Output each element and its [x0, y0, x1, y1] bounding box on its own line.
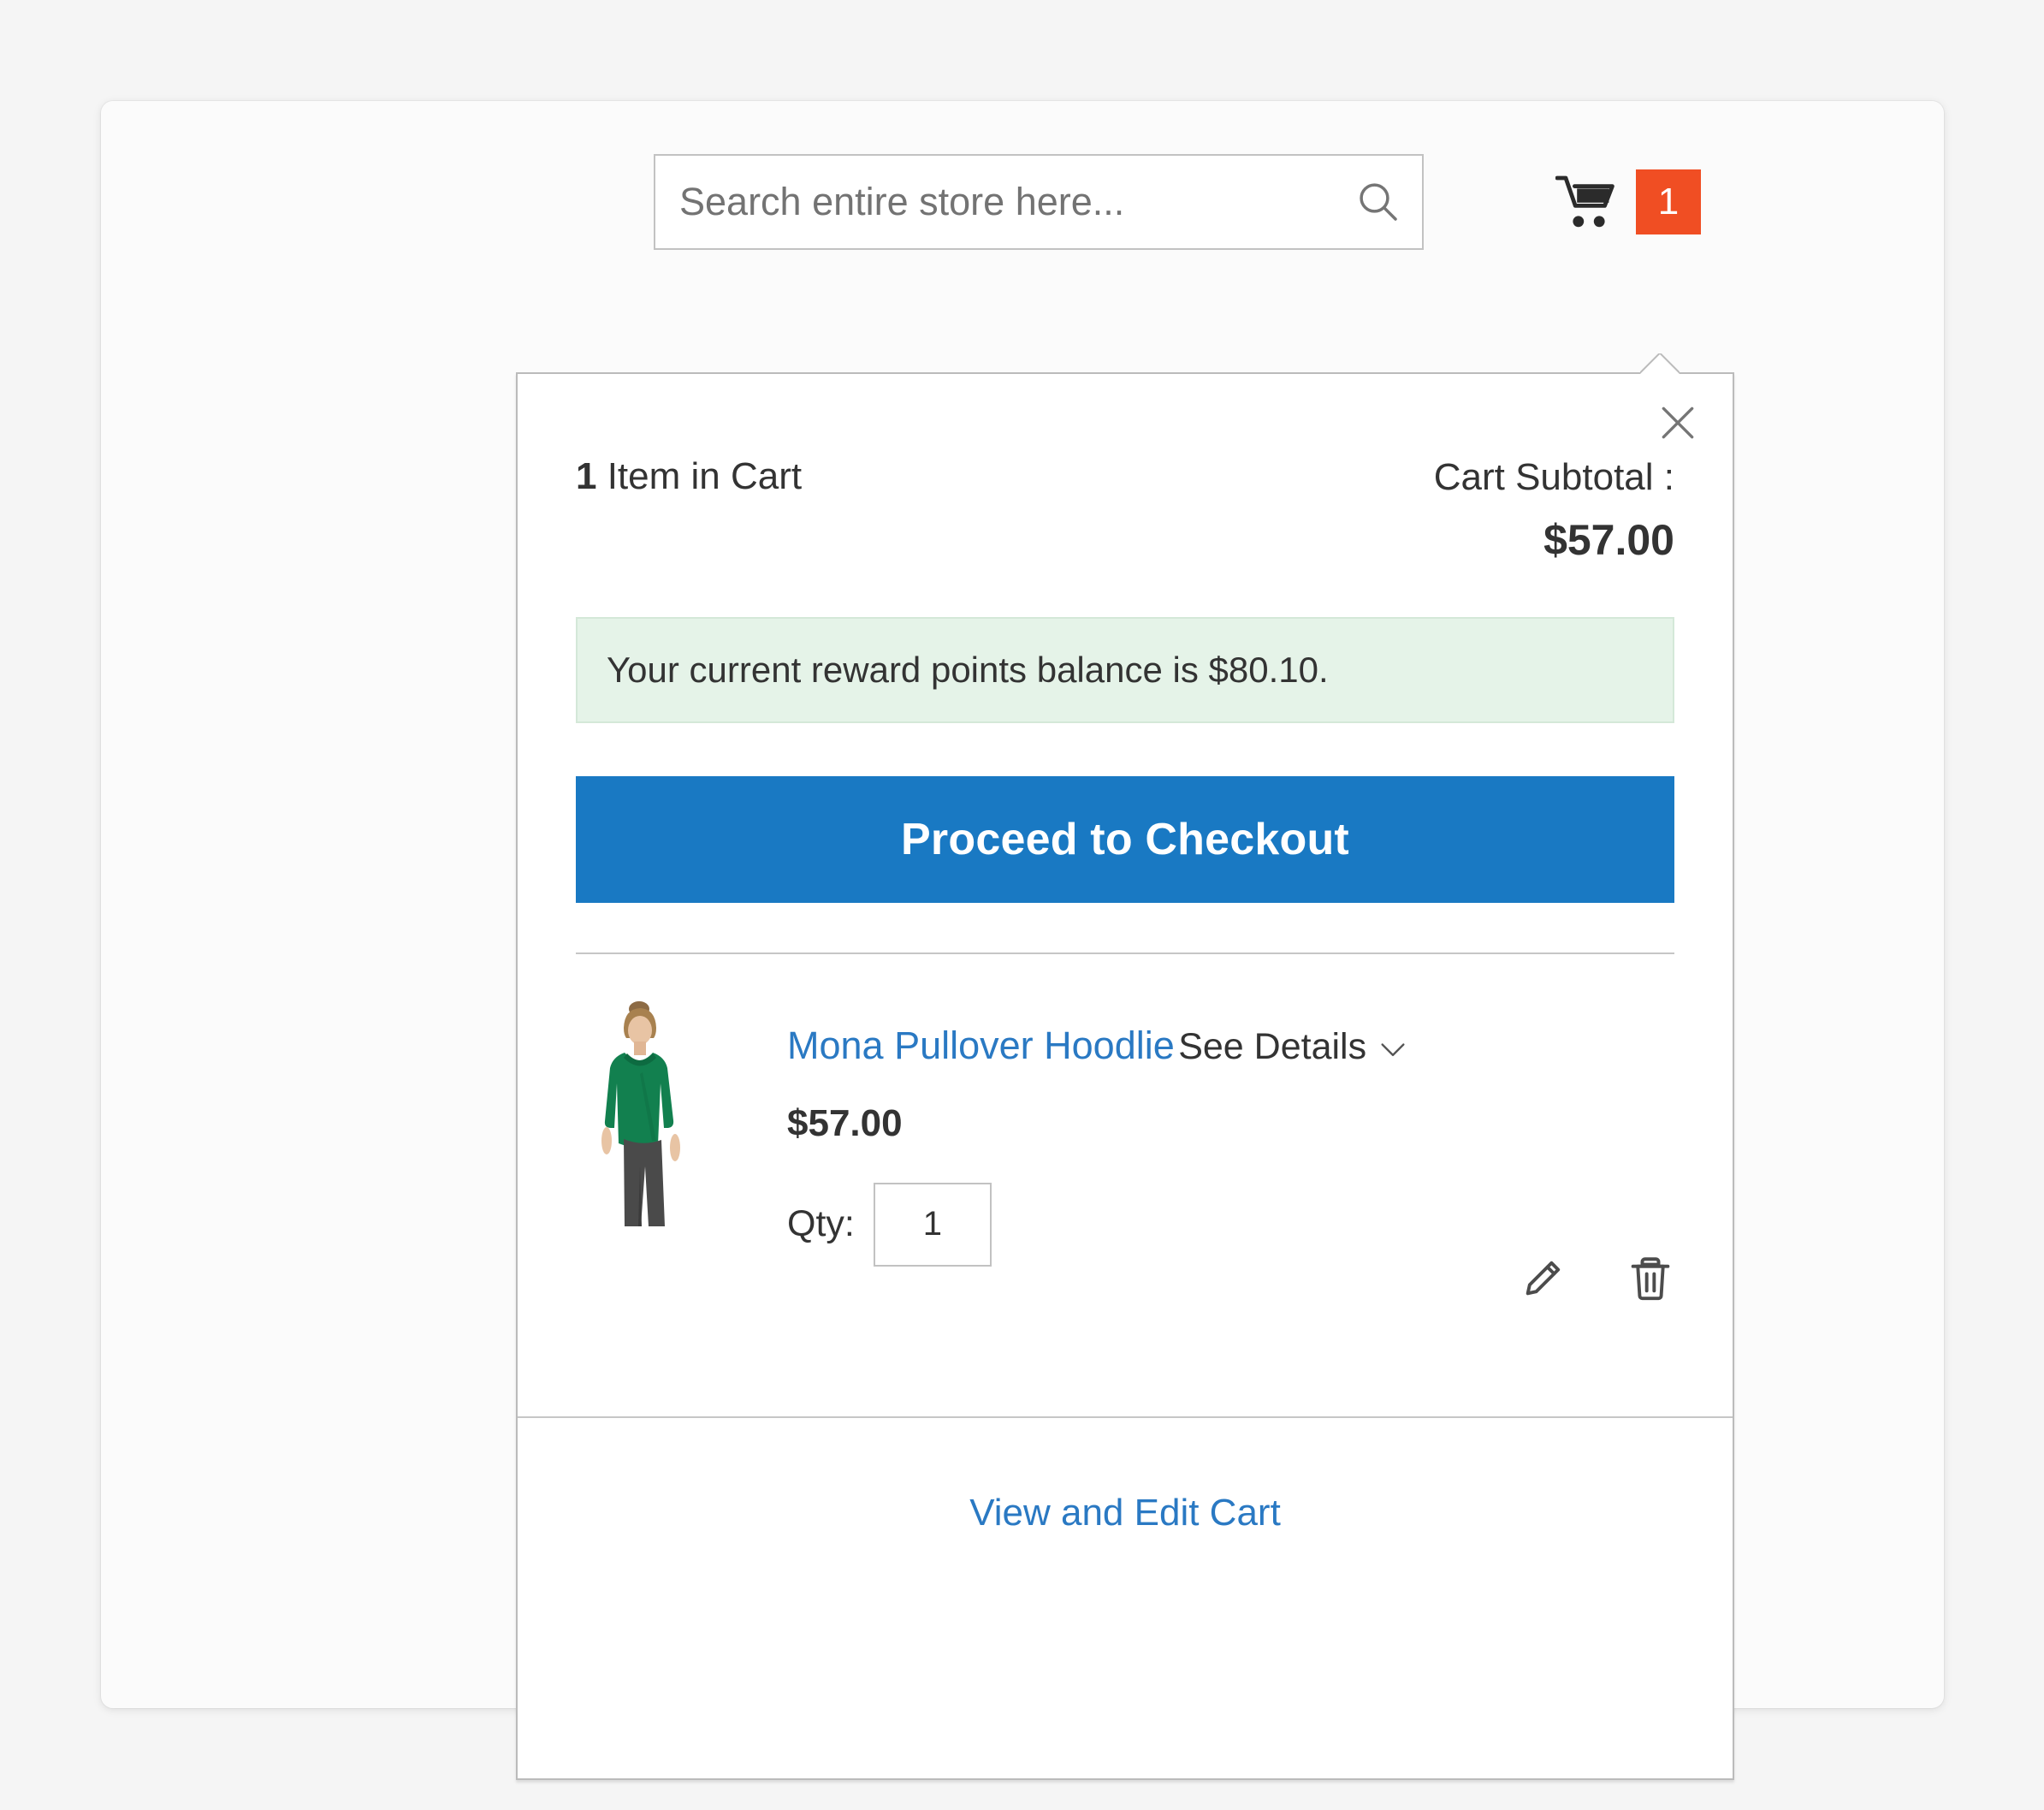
pencil-icon [1520, 1256, 1565, 1303]
see-details-toggle[interactable]: See Details [1178, 1026, 1407, 1068]
proceed-to-checkout-button[interactable]: Proceed to Checkout [576, 775, 1674, 903]
minicart-pointer-arrow [1640, 353, 1680, 374]
items-in-cart-label: 1 Item in Cart [576, 455, 803, 497]
quantity-label: Qty: [787, 1203, 855, 1245]
product-thumbnail[interactable] [576, 994, 704, 1226]
page-frame: 1 1 Item in Cart Cart Subtotal : $57.00 [101, 101, 1944, 1780]
store-header: 1 [101, 132, 1944, 294]
items-in-cart-text: Item in Cart [596, 455, 803, 497]
search-button[interactable] [1333, 156, 1422, 248]
product-name-link[interactable]: Mona Pullover Hoodlie [787, 1024, 1175, 1068]
cart-summary-row: 1 Item in Cart Cart Subtotal : $57.00 [576, 455, 1674, 564]
chevron-down-icon [1378, 1026, 1407, 1068]
minicart-footer: View and Edit Cart [518, 1418, 1733, 1608]
product-price: $57.00 [787, 1101, 903, 1144]
quantity-input[interactable] [873, 1182, 992, 1267]
edit-item-button[interactable] [1519, 1254, 1567, 1307]
search-box[interactable] [654, 154, 1424, 250]
cart-subtotal-amount: $57.00 [1543, 515, 1674, 564]
close-icon [1656, 401, 1699, 447]
delete-item-button[interactable] [1626, 1254, 1674, 1307]
view-and-edit-cart-link[interactable]: View and Edit Cart [969, 1492, 1281, 1534]
product-details: Mona Pullover Hoodlie See Details $57.00… [787, 995, 1674, 1416]
minicart-close-button[interactable] [1644, 389, 1712, 458]
minicart-item-row: Mona Pullover Hoodlie See Details $57.00… [518, 954, 1733, 1416]
cart-subtotal-label: Cart Subtotal : [1433, 456, 1674, 498]
items-in-cart-count: 1 [576, 455, 597, 497]
search-input[interactable] [655, 156, 1333, 248]
minicart-summary-section: 1 Item in Cart Cart Subtotal : $57.00 Yo… [518, 374, 1733, 954]
see-details-label: See Details [1178, 1025, 1367, 1067]
cart-subtotal-block: Cart Subtotal : $57.00 [1434, 456, 1674, 564]
minicart-dropdown: 1 Item in Cart Cart Subtotal : $57.00 Yo… [516, 372, 1734, 1780]
trash-icon [1628, 1254, 1673, 1306]
item-actions [1519, 1254, 1674, 1307]
search-icon [1354, 177, 1401, 228]
shopping-cart-icon [1555, 175, 1620, 229]
cart-counter-badge: 1 [1636, 169, 1701, 234]
reward-points-message: Your current reward points balance is $8… [576, 616, 1674, 723]
cart-toggle[interactable]: 1 [1555, 154, 1735, 250]
